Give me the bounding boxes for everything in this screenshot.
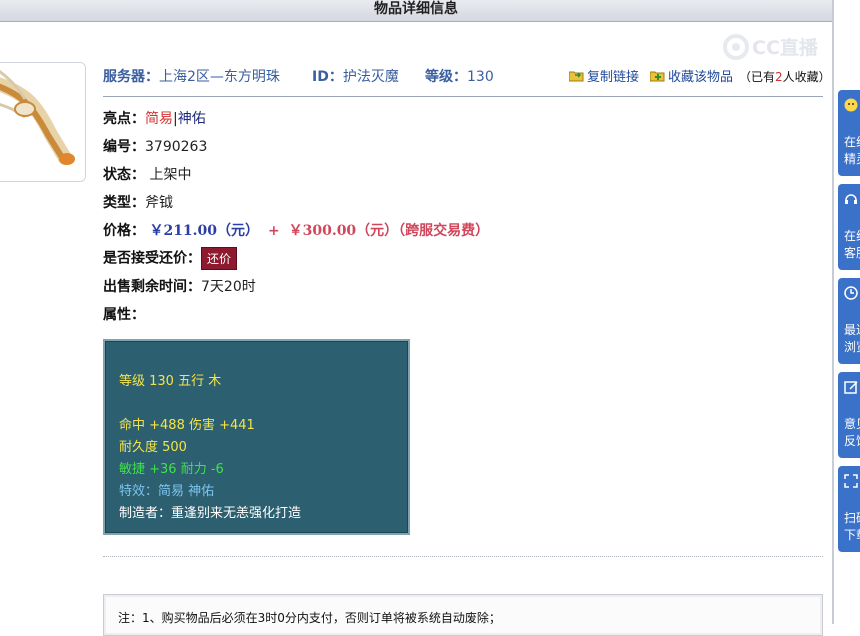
headset-icon [845, 194, 857, 204]
attributes-panel: 等级 130 五行 木 命中 +488 伤害 +441 耐久度 500 敏捷 +… [103, 339, 410, 535]
item-header: 服务器：上海2区—东方明珠 ID：护法灭魔 等级：130 复制链接 收藏该物品 … [103, 66, 831, 88]
seller-id-info: ID：护法灭魔 [312, 66, 399, 86]
attributes-label: 属性： [103, 307, 145, 323]
cross-server-fee: ￥300.00（元）（跨服交易费） [288, 223, 490, 239]
type-label: 类型： [103, 195, 145, 211]
page-border [832, 0, 834, 624]
remaining-time-value: 7天20时 [201, 279, 256, 295]
edit-icon [844, 381, 858, 394]
highlight-tag-1: 简易 [145, 111, 173, 127]
serial-row: 编号：3790263 [103, 136, 207, 156]
level-value: 130 [467, 69, 494, 85]
notice-box: 注：1、购买物品后必须在3时0分内支付，否则订单将被系统自动废除； [103, 594, 823, 636]
haggle-label: 是否接受还价： [103, 250, 201, 267]
notice-text: 注：1、购买物品后必须在3时0分内支付，否则订单将被系统自动废除； [118, 611, 501, 625]
copy-link-icon [569, 71, 584, 82]
type-value: 斧钺 [145, 195, 173, 211]
highlight-row: 亮点：简易|神佑 [103, 108, 206, 128]
price-label: 价格： [103, 223, 145, 239]
level-label: 等级： [425, 69, 467, 85]
price-value: ￥211.00（元） [149, 223, 260, 239]
status-value: 上架中 [149, 167, 192, 183]
remaining-time-row: 出售剩余时间：7天20时 [103, 276, 256, 296]
attr-agility-stamina: 敏捷 +36 耐力 -6 [119, 462, 224, 477]
serial-label: 编号： [103, 139, 145, 155]
side-tool-service-label: 在线客服 [844, 229, 860, 260]
watermark-text: CC直播 [752, 36, 819, 59]
copy-link-label: 复制链接 [587, 70, 640, 85]
haggle-row: 是否接受还价： 还价 [103, 247, 238, 270]
favorite-folder-icon [650, 71, 665, 82]
favorite-count-prefix: （已有 [739, 70, 776, 84]
status-row: 状态： 上架中 [103, 164, 191, 184]
scan-icon [844, 474, 858, 488]
haggle-button[interactable]: 还价 [201, 247, 238, 270]
price-row: 价格： ￥211.00（元） + ￥300.00（元）（跨服交易费） [103, 220, 489, 240]
attr-level-element: 等级 130 五行 木 [119, 374, 222, 389]
remaining-time-label: 出售剩余时间： [103, 279, 201, 295]
section-divider [103, 556, 823, 557]
watermark-logo: CC直播 [722, 33, 832, 61]
server-value: 上海2区—东方明珠 [159, 69, 280, 85]
side-tool-feedback-label: 意见反馈 [844, 417, 860, 448]
favorite-count: （已有2人收藏） [739, 68, 831, 85]
attr-durability: 耐久度 500 [119, 440, 187, 455]
clock-icon [844, 286, 858, 300]
highlight-tag-2: 神佑 [177, 111, 206, 127]
copy-link-button[interactable]: 复制链接 [569, 66, 639, 85]
seller-id-value: 护法灭魔 [342, 69, 399, 85]
side-tool-feedback[interactable]: 意见反馈 [838, 372, 860, 458]
side-tool-service[interactable]: 在线客服 [838, 184, 860, 270]
header-divider [103, 96, 823, 97]
attributes-row: 属性： [103, 304, 145, 324]
side-tool-assistant[interactable]: 在线精灵 [838, 90, 860, 176]
favorite-button[interactable]: 收藏该物品 [650, 66, 733, 85]
favorite-label: 收藏该物品 [668, 70, 734, 85]
attr-maker: 制造者：重逢别来无恙强化打造 [119, 506, 302, 521]
server-label: 服务器： [103, 69, 159, 85]
level-info: 等级：130 [425, 66, 494, 86]
page-title: 物品详细信息 [0, 0, 833, 22]
attr-hit-damage: 命中 +488 伤害 +441 [119, 418, 255, 433]
server-info: 服务器：上海2区—东方明珠 [103, 66, 280, 86]
side-tool-assistant-label: 在线精灵 [844, 135, 860, 166]
status-label: 状态： [103, 167, 145, 183]
seller-id-label: ID： [312, 69, 343, 85]
serial-value: 3790263 [145, 139, 208, 155]
assistant-icon [844, 98, 858, 112]
favorite-count-number: 2 [775, 70, 783, 84]
item-image[interactable] [0, 62, 86, 182]
side-tool-qrcode-label: 扫码下载 [844, 511, 860, 542]
side-tool-history-label: 最近浏览 [844, 323, 860, 354]
type-row: 类型：斧钺 [103, 192, 173, 212]
side-tool-history[interactable]: 最近浏览 [838, 278, 860, 364]
highlight-label: 亮点： [103, 111, 145, 127]
attr-special-effect: 特效：简易 神佑 [119, 484, 215, 499]
side-tool-qrcode[interactable]: 扫码下载 [838, 466, 860, 552]
price-plus: + [267, 223, 280, 239]
favorite-count-suffix: 人收藏） [782, 70, 831, 84]
